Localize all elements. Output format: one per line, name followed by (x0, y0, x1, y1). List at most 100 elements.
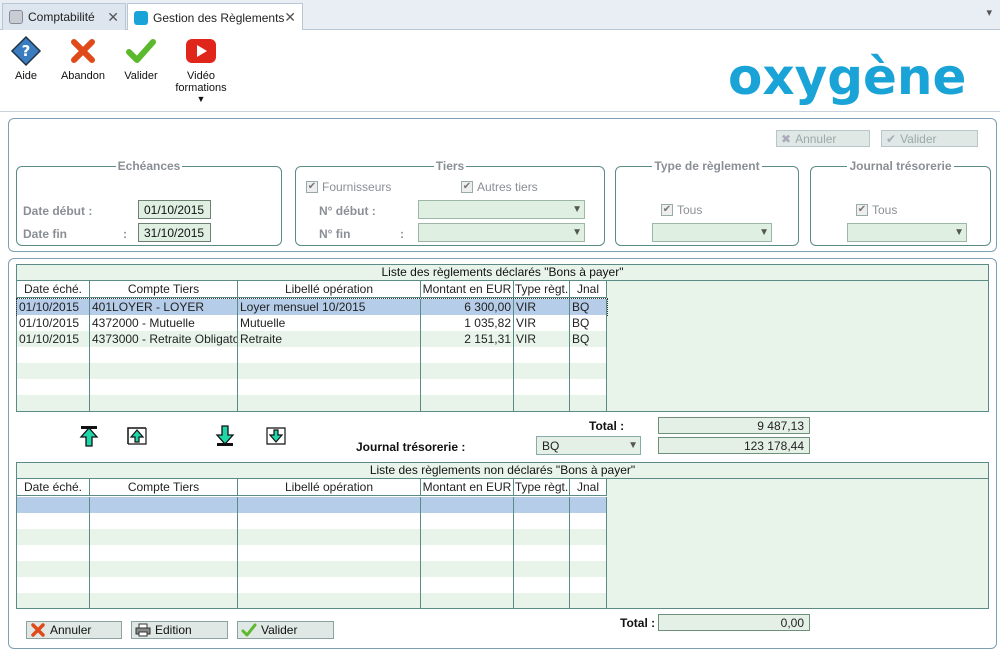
cross-icon (30, 623, 46, 637)
col-type[interactable]: Type règt. (514, 281, 570, 297)
date-fin-field[interactable]: 31/10/2015 (138, 223, 211, 242)
total-label: Total : (589, 419, 625, 433)
table-row (17, 577, 607, 593)
undeclared-grid: Liste des règlements non déclarés "Bons … (16, 462, 989, 609)
grid-empty-area (607, 281, 988, 411)
bottom-valider-button[interactable]: Valider (237, 621, 334, 639)
journal-select[interactable]: ▼ (847, 223, 967, 242)
close-icon[interactable]: ✕ (107, 9, 119, 26)
col-jnal[interactable]: Jnal (570, 479, 607, 495)
oxygene-logo: oxygène (728, 48, 967, 106)
double-arrow-up-icon (79, 426, 99, 447)
table-row (17, 545, 607, 561)
col-compte[interactable]: Compte Tiers (90, 479, 238, 495)
table-row (17, 363, 607, 379)
journal-amount: 123 178,44 (658, 437, 810, 454)
grid-title: Liste des règlements déclarés "Bons à pa… (17, 265, 988, 281)
col-libelle[interactable]: Libellé opération (238, 281, 421, 297)
abandon-button[interactable]: Abandon (53, 36, 113, 82)
tab-label: Gestion des Règlements (153, 10, 285, 25)
checkbox-icon: ✔ (661, 204, 673, 216)
table-row (17, 529, 607, 545)
help-icon: ? (10, 35, 42, 67)
cross-icon: ✖ (781, 131, 792, 146)
total-value: 9 487,13 (658, 417, 810, 434)
table-row[interactable]: 01/10/2015 4372000 - Mutuelle Mutuelle 1… (17, 315, 607, 331)
n-fin-select[interactable]: ▼ (418, 223, 585, 242)
valider-button[interactable]: Valider (111, 36, 171, 82)
edition-button[interactable]: Edition (131, 621, 228, 639)
checkmark-icon (125, 36, 157, 66)
date-debut-label: Date début : (23, 204, 93, 218)
col-montant[interactable]: Montant en EUR (421, 479, 514, 495)
filter-annuler-button[interactable]: ✖ Annuler (776, 130, 870, 147)
col-jnal[interactable]: Jnal (570, 281, 607, 297)
table-row (17, 593, 607, 608)
col-montant[interactable]: Montant en EUR (421, 281, 514, 297)
checkmark-icon (241, 623, 257, 637)
double-arrow-down-icon (215, 425, 235, 446)
tab-comptabilite[interactable]: Comptabilité ✕ (2, 3, 126, 30)
type-reglement-group: Type de règlement ✔ Tous ▼ (615, 159, 799, 246)
move-up-button[interactable] (126, 426, 147, 448)
divider (0, 111, 1000, 112)
declared-grid: Liste des règlements déclarés "Bons à pa… (16, 264, 989, 412)
table-row (17, 379, 607, 395)
col-compte[interactable]: Compte Tiers (90, 281, 238, 297)
echeances-group: Echéances Date début : 01/10/2015 Date f… (16, 159, 282, 246)
journal-tresorerie-select[interactable]: BQ ▼ (536, 436, 641, 455)
autres-tiers-checkbox[interactable]: ✔ Autres tiers (461, 180, 538, 194)
dropdown-arrow-icon: ▼ (196, 94, 206, 104)
group-title: Tiers (433, 159, 467, 173)
checkmark-icon: ✔ (886, 131, 897, 146)
table-row (17, 513, 607, 529)
n-debut-label: N° début : (319, 204, 376, 218)
chevron-down-icon: ▼ (572, 204, 582, 215)
cross-icon (67, 36, 99, 66)
move-all-down-button[interactable] (215, 424, 235, 446)
aide-button[interactable]: ? Aide (0, 35, 56, 82)
date-debut-field[interactable]: 01/10/2015 (138, 200, 211, 219)
col-date[interactable]: Date éché. (17, 479, 90, 495)
tab-bar: Comptabilité ✕ Gestion des Règlements ✕ … (0, 0, 1000, 31)
group-title: Type de règlement (652, 159, 762, 173)
palm-icon (134, 10, 148, 25)
journal-tous-checkbox[interactable]: ✔ Tous (856, 203, 897, 217)
checkbox-icon: ✔ (306, 181, 318, 193)
grid-header-row: Date éché. Compte Tiers Libellé opératio… (17, 479, 607, 496)
chevron-down-icon[interactable]: ▾ (986, 6, 992, 19)
tab-gestion-reglements[interactable]: Gestion des Règlements ✕ (127, 3, 303, 31)
chevron-down-icon: ▼ (628, 440, 638, 451)
col-date[interactable]: Date éché. (17, 281, 90, 297)
tab-label: Comptabilité (28, 10, 95, 24)
table-row (17, 347, 607, 363)
video-formations-button[interactable]: Vidéo formations ▼ (171, 36, 231, 104)
n-debut-select[interactable]: ▼ (418, 200, 585, 219)
chevron-down-icon: ▼ (954, 227, 964, 238)
grid-empty-area (607, 479, 988, 608)
col-libelle[interactable]: Libellé opération (238, 479, 421, 495)
arrow-up-icon (127, 427, 147, 445)
move-down-button[interactable] (265, 426, 286, 448)
grid-title: Liste des règlements non déclarés "Bons … (17, 463, 988, 479)
type-tous-checkbox[interactable]: ✔ Tous (661, 203, 702, 217)
table-row[interactable] (17, 497, 607, 513)
fournisseurs-checkbox[interactable]: ✔ Fournisseurs (306, 180, 391, 194)
move-all-up-button[interactable] (79, 424, 99, 447)
table-row[interactable]: 01/10/2015 4373000 - Retraite Obligatoir… (17, 331, 607, 347)
undeclared-total-label: Total : (620, 616, 656, 630)
type-reglement-select[interactable]: ▼ (652, 223, 772, 242)
close-icon[interactable]: ✕ (284, 9, 296, 26)
group-title: Echéances (115, 159, 183, 173)
date-fin-colon: : (123, 227, 127, 241)
calculator-icon (9, 10, 23, 24)
table-row (17, 395, 607, 411)
bottom-annuler-button[interactable]: Annuler (26, 621, 122, 639)
filter-valider-button[interactable]: ✔ Valider (881, 130, 978, 147)
checkbox-icon: ✔ (461, 181, 473, 193)
chevron-down-icon: ▼ (759, 227, 769, 238)
table-row[interactable]: 01/10/2015 401LOYER - LOYER Loyer mensue… (16, 298, 608, 316)
col-type[interactable]: Type règt. (514, 479, 570, 495)
journal-tresorerie-label: Journal trésorerie : (356, 440, 466, 454)
journal-tresorerie-group: Journal trésorerie ✔ Tous ▼ (810, 159, 991, 246)
